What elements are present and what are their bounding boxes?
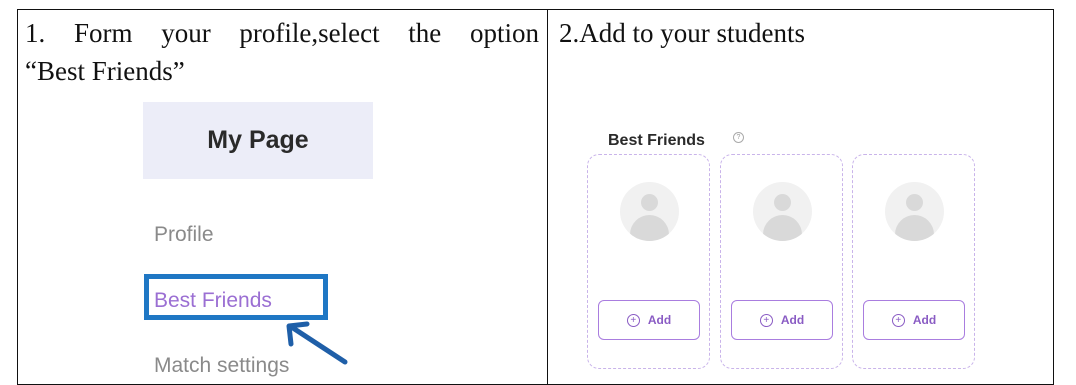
avatar-placeholder-icon: [753, 182, 812, 241]
info-icon[interactable]: ?: [733, 132, 744, 143]
best-friends-screenshot: Best Friends ? + Add + Add + Add: [580, 102, 980, 369]
my-page-header: My Page: [143, 102, 373, 179]
step1-cell: 1. Form your profile,select the option “…: [18, 10, 548, 384]
step1-text-line2: “Best Friends”: [25, 56, 185, 86]
instruction-table: 1. Form your profile,select the option “…: [17, 9, 1054, 385]
add-friend-button[interactable]: + Add: [863, 300, 965, 340]
add-friend-button[interactable]: + Add: [731, 300, 833, 340]
my-page-screenshot: My Page Profile Best Friends Match setti…: [143, 102, 373, 385]
menu-item-profile[interactable]: Profile: [154, 223, 214, 247]
friend-slot-card: + Add: [587, 154, 710, 369]
add-button-label: Add: [647, 313, 672, 327]
menu-item-match-settings[interactable]: Match settings: [154, 354, 289, 378]
step2-text-line1: 2.Add to your students: [559, 18, 805, 48]
best-friends-title: Best Friends: [608, 132, 705, 149]
friend-slot-card: + Add: [720, 154, 843, 369]
pointer-arrow-icon: [286, 321, 348, 365]
plus-circle-icon: +: [891, 313, 905, 327]
friend-slot-card: + Add: [852, 154, 975, 369]
plus-circle-icon: +: [626, 313, 640, 327]
avatar-placeholder-icon: [620, 182, 679, 241]
plus-circle-icon: +: [759, 313, 773, 327]
step1-text-line1: 1. Form your profile,select the option: [25, 18, 539, 48]
add-button-label: Add: [912, 313, 937, 327]
add-button-label: Add: [780, 313, 805, 327]
step2-cell: 2.Add to your students Best Friends ? + …: [548, 10, 1053, 384]
highlight-box: [144, 274, 328, 320]
avatar-placeholder-icon: [885, 182, 944, 241]
add-friend-button[interactable]: + Add: [598, 300, 700, 340]
